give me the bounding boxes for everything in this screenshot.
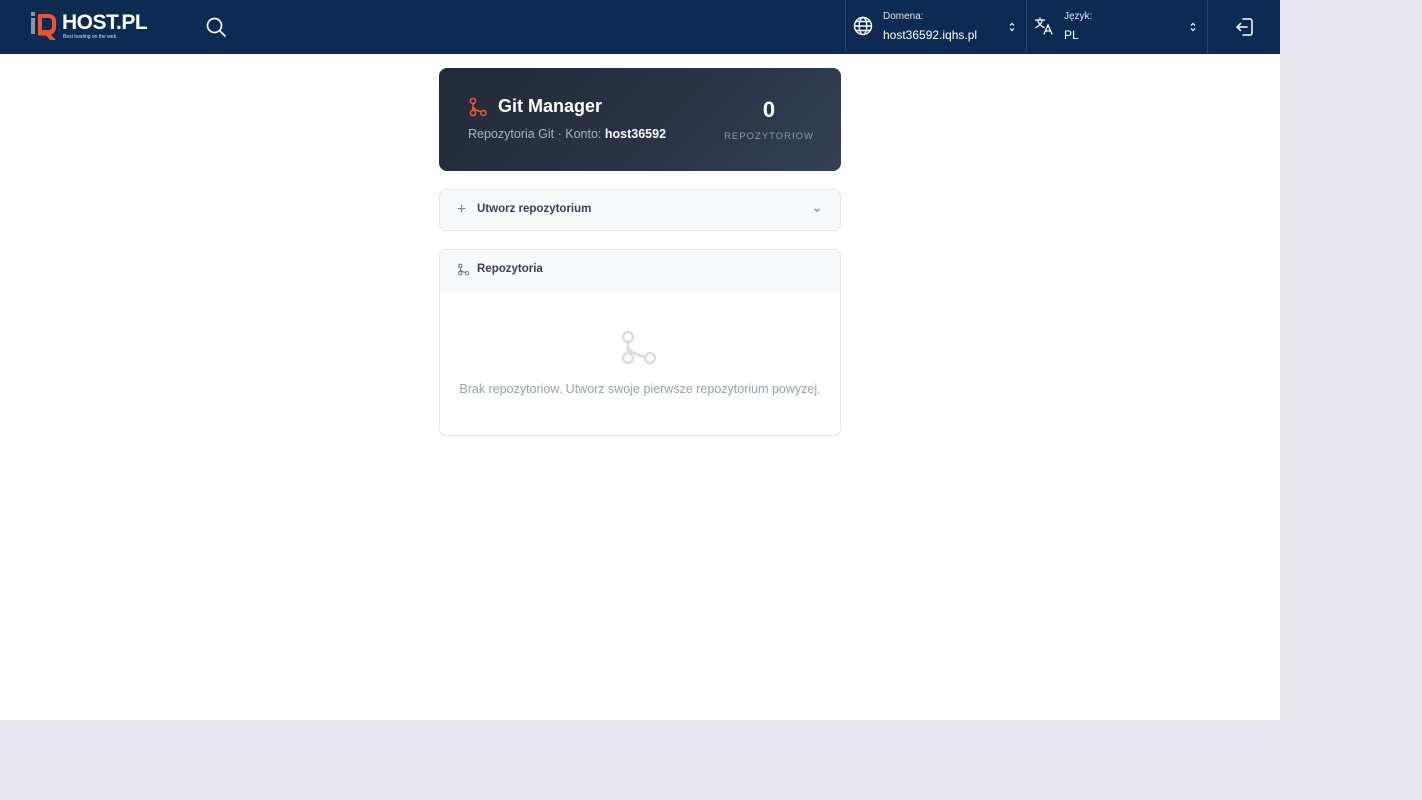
domain-value: host36592.iqhs.pl (883, 28, 978, 42)
globe-icon (853, 16, 873, 36)
subtitle-prefix: Repozytoria Git · Konto: (468, 127, 605, 141)
plus-icon: + (457, 201, 467, 218)
brand-tagline: Best hosting on the web (63, 34, 117, 40)
create-repository-toggle[interactable]: + Utworz repozytorium (439, 189, 841, 231)
top-bar: HOST.PL Best hosting on the web Domena: … (0, 0, 1280, 54)
chevron-up-down-icon (1190, 22, 1196, 32)
git-manager-summary-card: Git Manager Repozytoria Git · Konto: hos… (439, 68, 841, 171)
empty-state-message: Brak repozytoriow. Utworz swoje pierwsze… (459, 382, 821, 396)
git-branch-icon (458, 263, 470, 276)
translate-icon (1034, 17, 1053, 35)
git-branch-icon (621, 330, 657, 365)
chevron-down-icon (814, 208, 820, 213)
repository-count: 0 (762, 97, 776, 122)
brand-name: HOST.PL (62, 11, 148, 34)
domain-selector[interactable]: Domena: host36592.iqhs.pl (845, 0, 1026, 54)
chevron-up-down-icon (1009, 22, 1015, 32)
domain-label: Domena: (883, 11, 924, 22)
language-label: Język: (1064, 11, 1093, 22)
app-window: HOST.PL Best hosting on the web Domena: … (0, 0, 1280, 720)
language-selector[interactable]: Język: PL (1026, 0, 1207, 54)
page-title: Git Manager (498, 96, 603, 116)
repositories-panel-header: Repozytoria (440, 250, 840, 290)
search-icon (206, 17, 226, 37)
brand-logo-mark (31, 12, 58, 40)
logout-button[interactable] (1207, 0, 1280, 54)
logout-icon (1236, 18, 1253, 36)
page-subtitle: Repozytoria Git · Konto: host36592 (468, 127, 666, 141)
brand-logo[interactable]: HOST.PL Best hosting on the web (31, 12, 153, 40)
create-repository-title: Utworz repozytorium (477, 203, 592, 215)
git-branch-icon (469, 97, 487, 117)
search-button[interactable] (204, 15, 228, 39)
account-name: host36592 (604, 127, 667, 141)
repositories-panel: Repozytoria Brak repozytoriow. Utworz sw… (439, 249, 841, 436)
repositories-title: Repozytoria (477, 263, 543, 275)
repository-count-label: REPOZYTORIOW (724, 131, 814, 142)
language-value: PL (1064, 28, 1079, 42)
